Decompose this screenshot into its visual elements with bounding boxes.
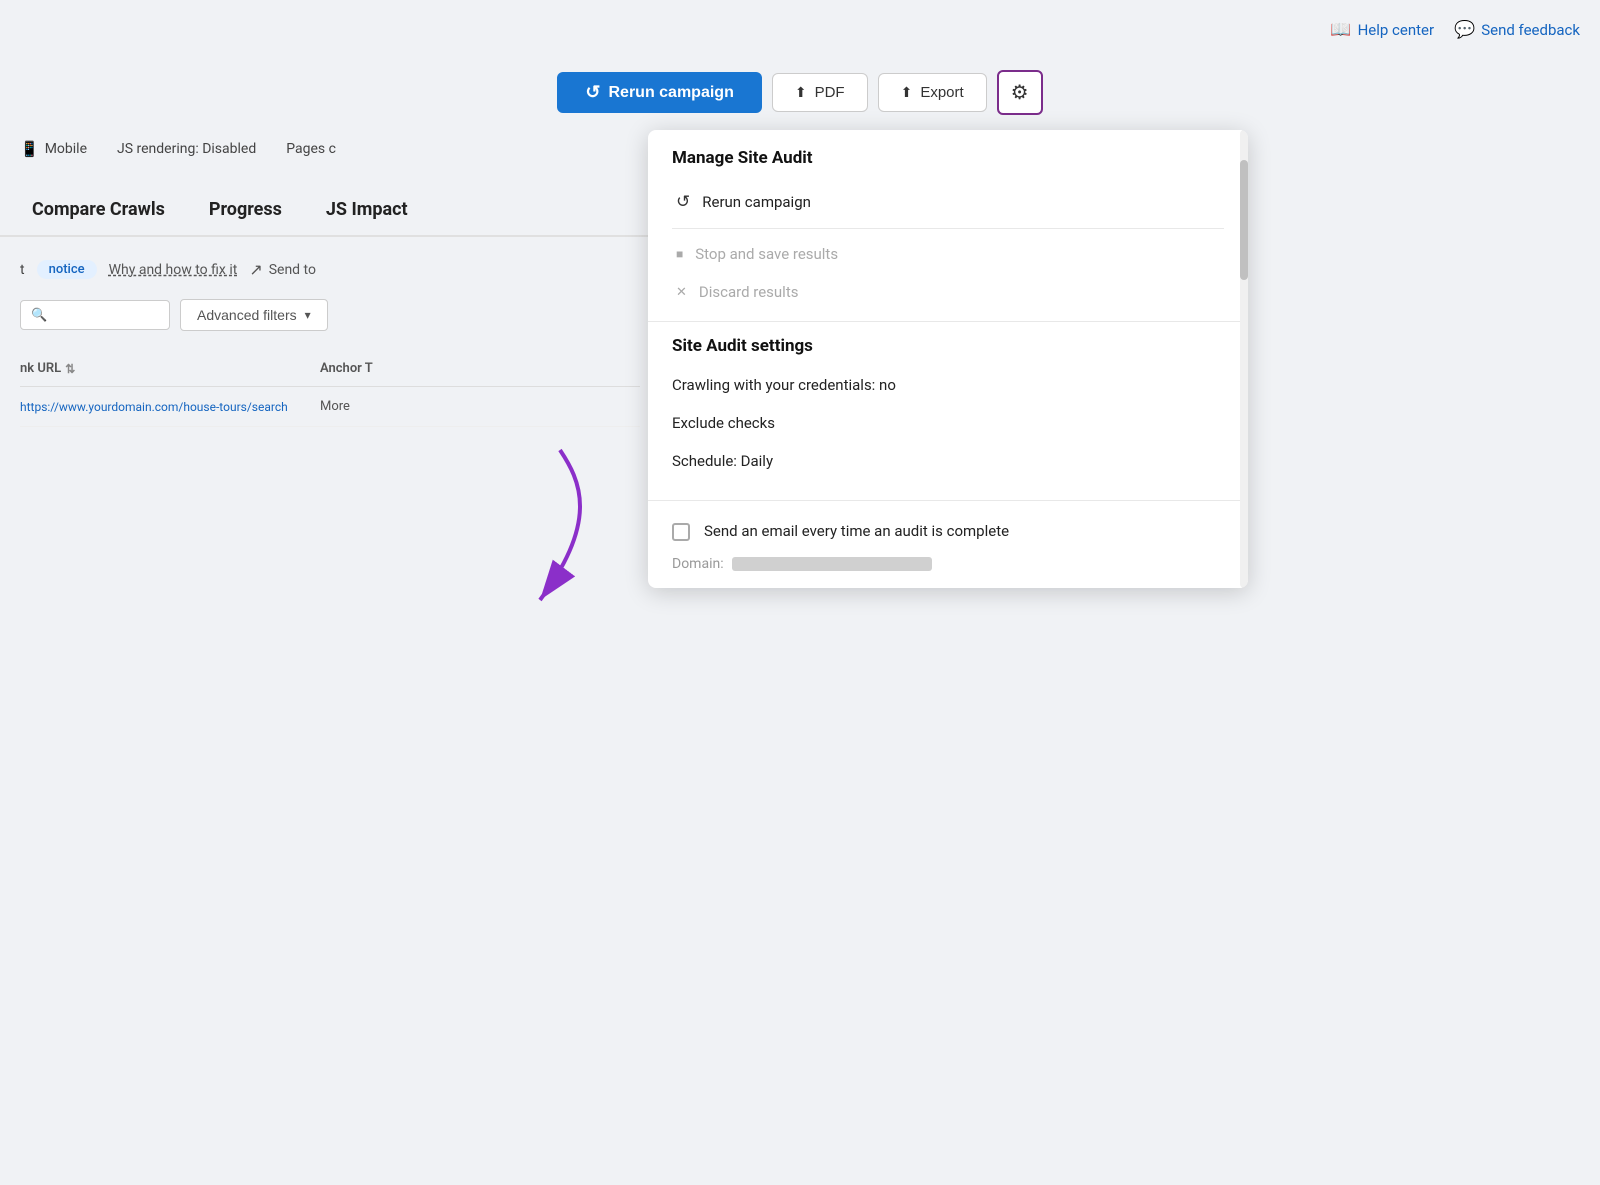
help-center-label: Help center xyxy=(1358,21,1434,39)
anchor-cell: More xyxy=(320,399,640,414)
email-text: Send an email every time an audit is com… xyxy=(704,521,1009,542)
advanced-filters-label: Advanced filters xyxy=(197,307,297,323)
export-upload-icon: ⬆ xyxy=(901,84,913,101)
stop-label: Stop and save results xyxy=(695,245,838,263)
send-to-label: Send to xyxy=(269,262,316,278)
menu-manage-section: Manage Site Audit ↺ Rerun campaign ■ Sto… xyxy=(648,130,1248,321)
col-url-label: nk URL xyxy=(20,361,61,376)
schedule-label: Schedule: Daily xyxy=(672,452,773,470)
fix-link[interactable]: Why and how to fix it xyxy=(109,262,238,278)
menu-scrollbar[interactable] xyxy=(1240,130,1248,588)
menu-divider-1 xyxy=(672,228,1224,229)
discard-label: Discard results xyxy=(699,283,799,301)
settings-bar: 📱 Mobile JS rendering: Disabled Pages c xyxy=(0,130,660,168)
domain-label: Domain: xyxy=(672,556,724,572)
rerun-menu-label: Rerun campaign xyxy=(702,193,811,211)
help-center-link[interactable]: 📖 Help center xyxy=(1330,20,1434,40)
sort-icon[interactable]: ⇅ xyxy=(65,362,75,376)
credentials-label: Crawling with your credentials: no xyxy=(672,376,896,394)
js-rendering-label: JS rendering: Disabled xyxy=(117,141,256,157)
exclude-label: Exclude checks xyxy=(672,414,775,432)
export-button[interactable]: ⬆ Export xyxy=(878,73,987,112)
menu-section-divider2 xyxy=(648,500,1248,501)
js-rendering-setting: JS rendering: Disabled xyxy=(117,141,256,157)
device-setting: 📱 Mobile xyxy=(20,140,87,158)
settings-gear-button[interactable]: ⚙ xyxy=(997,70,1043,115)
table-header: nk URL ⇅ Anchor T xyxy=(20,351,640,387)
chevron-down-icon: ▾ xyxy=(305,308,311,322)
search-box[interactable]: 🔍 xyxy=(20,300,170,330)
send-to-button[interactable]: ↗ Send to xyxy=(249,260,316,279)
email-checkbox[interactable] xyxy=(672,523,690,541)
manage-site-audit-menu: Manage Site Audit ↺ Rerun campaign ■ Sto… xyxy=(648,130,1248,588)
device-label: Mobile xyxy=(45,141,87,157)
x-icon: ✕ xyxy=(676,285,687,300)
url-cell[interactable]: https://www.yourdomain.com/house-tours/s… xyxy=(20,400,300,414)
rerun-label: Rerun campaign xyxy=(608,84,733,102)
rerun-campaign-button[interactable]: ↺ Rerun campaign xyxy=(557,72,761,113)
pdf-label: PDF xyxy=(815,84,845,101)
tab-js-impact[interactable]: JS Impact xyxy=(304,185,430,237)
content-area: t notice Why and how to fix it ↗ Send to… xyxy=(0,240,660,447)
search-icon: 🔍 xyxy=(31,308,47,323)
setting-item-credentials[interactable]: Crawling with your credentials: no xyxy=(672,366,1224,404)
stop-icon: ■ xyxy=(676,247,683,261)
refresh-icon: ↺ xyxy=(585,82,600,103)
notice-badge: notice xyxy=(37,260,97,279)
upload-icon: ⬆ xyxy=(795,84,807,101)
rerun-menu-icon: ↺ xyxy=(676,192,690,212)
chat-icon: 💬 xyxy=(1454,20,1475,40)
export-label: Export xyxy=(920,84,963,101)
mobile-icon: 📱 xyxy=(20,140,39,158)
send-feedback-label: Send feedback xyxy=(1481,21,1580,39)
domain-value-blurred xyxy=(732,557,932,571)
setting-item-schedule[interactable]: Schedule: Daily xyxy=(672,442,1224,480)
setting-item-exclude[interactable]: Exclude checks xyxy=(672,404,1224,442)
book-icon: 📖 xyxy=(1330,20,1351,40)
col-anchor-header: Anchor T xyxy=(320,361,640,376)
domain-row: Domain: xyxy=(648,556,1248,588)
action-bar: ↺ Rerun campaign ⬆ PDF ⬆ Export ⚙ xyxy=(0,60,1600,125)
table-row: https://www.yourdomain.com/house-tours/s… xyxy=(20,387,640,427)
col-url-header: nk URL ⇅ xyxy=(20,361,300,376)
annotation-arrow xyxy=(380,440,680,660)
tab-progress[interactable]: Progress xyxy=(187,185,304,237)
pages-label: Pages c xyxy=(286,141,336,157)
top-bar: 📖 Help center 💬 Send feedback xyxy=(0,0,1600,60)
advanced-filters-button[interactable]: Advanced filters ▾ xyxy=(180,299,328,331)
pdf-button[interactable]: ⬆ PDF xyxy=(772,73,868,112)
menu-item-stop: ■ Stop and save results xyxy=(672,235,1224,273)
menu-title: Manage Site Audit xyxy=(672,148,1224,168)
pages-setting: Pages c xyxy=(286,141,336,157)
tab-compare-crawls[interactable]: Compare Crawls xyxy=(10,185,187,237)
settings-section-title: Site Audit settings xyxy=(648,322,1248,362)
send-to-icon: ↗ xyxy=(249,260,262,279)
row-url-text: https://www.yourdomain.com/house-tours/s… xyxy=(20,400,288,414)
settings-section: Crawling with your credentials: no Exclu… xyxy=(648,362,1248,494)
menu-scrollbar-thumb[interactable] xyxy=(1240,160,1248,280)
more-label[interactable]: More xyxy=(320,399,350,414)
menu-item-rerun[interactable]: ↺ Rerun campaign xyxy=(672,182,1224,222)
gear-icon: ⚙ xyxy=(1011,80,1029,105)
search-input[interactable] xyxy=(53,307,153,323)
notice-row: t notice Why and how to fix it ↗ Send to xyxy=(20,260,640,279)
send-feedback-link[interactable]: 💬 Send feedback xyxy=(1454,20,1580,40)
email-notification-section: Send an email every time an audit is com… xyxy=(648,507,1248,556)
tab-bar: Compare Crawls Progress JS Impact xyxy=(0,185,660,237)
filter-row: 🔍 Advanced filters ▾ xyxy=(20,299,640,331)
menu-item-discard: ✕ Discard results xyxy=(672,273,1224,311)
col-anchor-label: Anchor T xyxy=(320,361,373,376)
